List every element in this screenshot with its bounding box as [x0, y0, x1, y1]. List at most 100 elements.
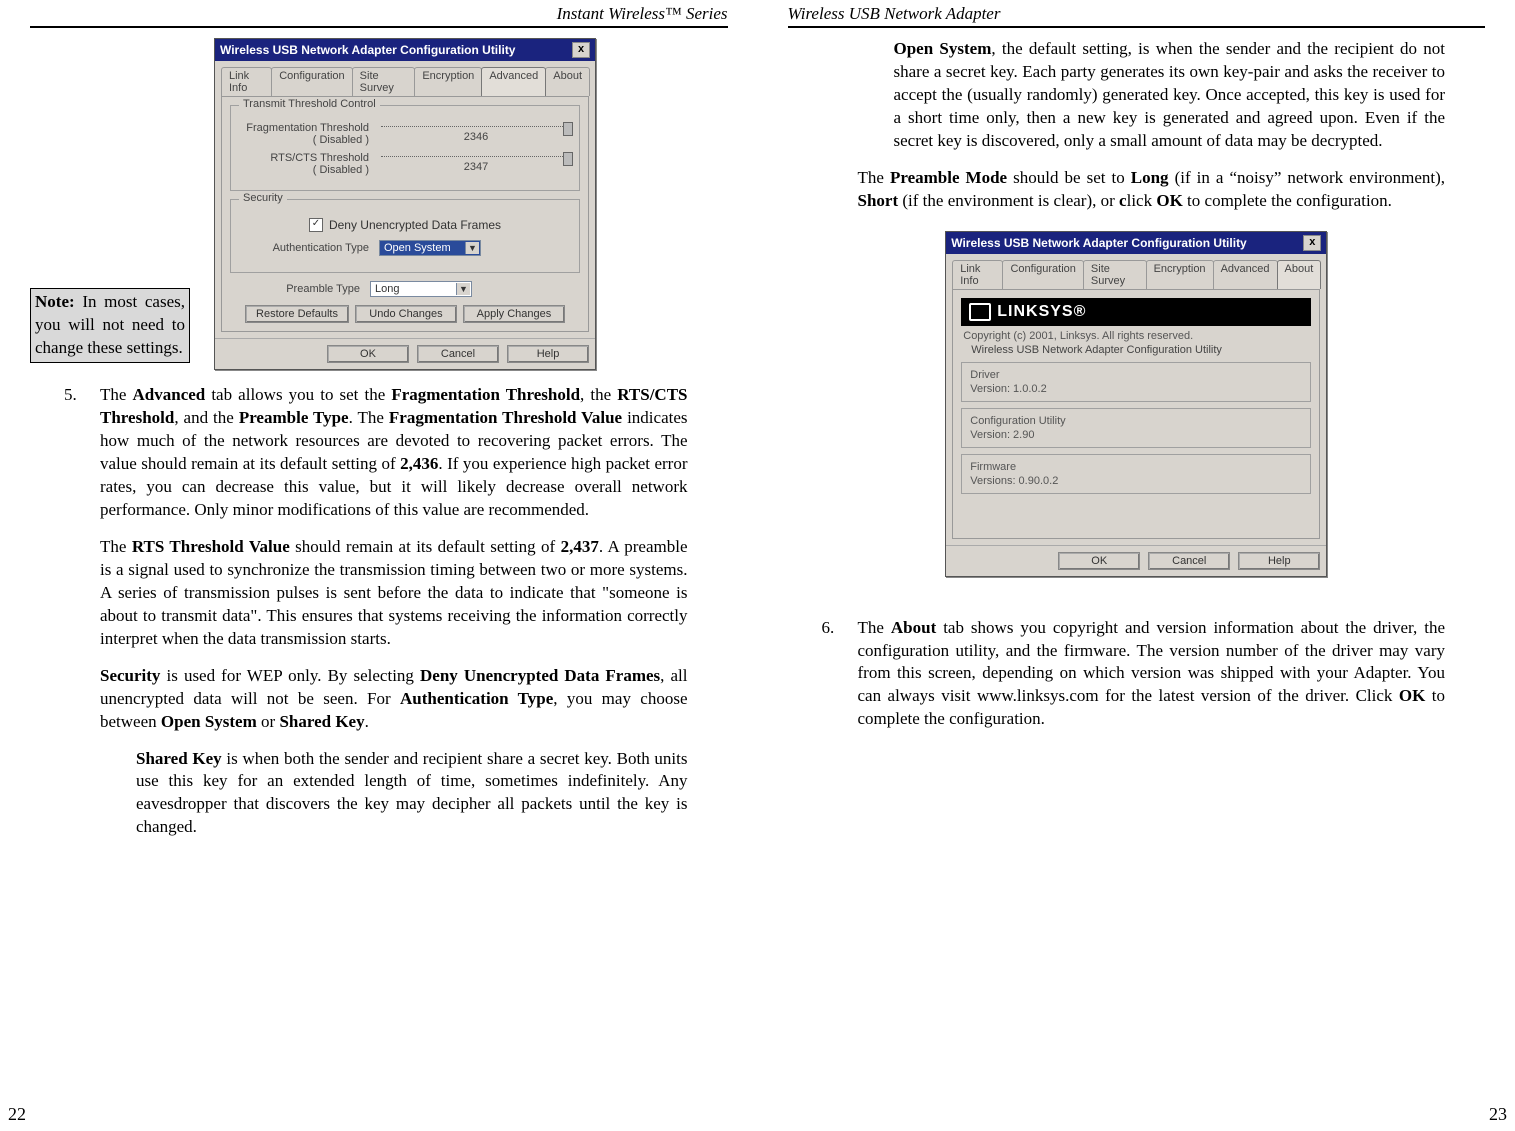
- driver-info-box: Driver Version: 1.0.0.2: [961, 362, 1311, 402]
- config-version: Version: 2.90: [970, 429, 1302, 441]
- text: tab shows you copyright and version info…: [858, 618, 1446, 706]
- linksys-logo-icon: [969, 303, 991, 321]
- about-tab-panel: LINKSYS® Copyright (c) 2001, Linksys. Al…: [952, 289, 1320, 539]
- tab-configuration[interactable]: Configuration: [271, 67, 352, 96]
- page-number-left: 22: [8, 1104, 26, 1125]
- tab-advanced[interactable]: Advanced: [481, 67, 546, 96]
- list-number: 6.: [822, 617, 835, 640]
- text: The: [858, 168, 890, 187]
- text-bold: Shared Key: [136, 749, 222, 768]
- copyright-text: Copyright (c) 2001, Linksys. All rights …: [963, 330, 1311, 342]
- preamble-type-label: Preamble Type: [230, 283, 360, 295]
- running-head-right: Wireless USB Network Adapter: [788, 4, 1486, 28]
- list-item-5: 5. The Advanced tab allows you to set th…: [100, 384, 688, 522]
- text-bold: 2,437: [561, 537, 599, 556]
- text-bold: About: [891, 618, 936, 637]
- page-number-right: 23: [1489, 1104, 1507, 1125]
- close-icon[interactable]: x: [572, 42, 590, 58]
- text-bold: OK: [1399, 686, 1425, 705]
- tab-link-info[interactable]: Link Info: [952, 260, 1003, 289]
- frag-threshold-slider[interactable]: 2346: [381, 126, 571, 143]
- group-legend: Transmit Threshold Control: [239, 98, 380, 110]
- tab-link-info[interactable]: Link Info: [221, 67, 272, 96]
- tab-about[interactable]: About: [1277, 260, 1322, 289]
- help-button[interactable]: Help: [1238, 552, 1320, 570]
- preamble-type-value: Long: [375, 283, 399, 295]
- tab-about[interactable]: About: [545, 67, 590, 96]
- frag-threshold-value: 2346: [381, 131, 571, 143]
- paragraph: Security is used for WEP only. By select…: [100, 665, 688, 734]
- tab-encryption[interactable]: Encryption: [414, 67, 482, 96]
- apply-changes-button[interactable]: Apply Changes: [463, 305, 565, 323]
- frag-threshold-label: Fragmentation Threshold ( Disabled ): [239, 122, 369, 146]
- tab-site-survey[interactable]: Site Survey: [352, 67, 416, 96]
- text: tab allows you to set the: [205, 385, 391, 404]
- group-legend: Security: [239, 192, 287, 204]
- text-bold: RTS Threshold Value: [132, 537, 290, 556]
- paragraph: The Preamble Mode should be set to Long …: [858, 167, 1446, 213]
- text: The: [100, 537, 132, 556]
- driver-version: Version: 1.0.0.2: [970, 383, 1302, 395]
- text: should be set to: [1007, 168, 1131, 187]
- help-button[interactable]: Help: [507, 345, 589, 363]
- text: , the: [580, 385, 617, 404]
- tab-configuration[interactable]: Configuration: [1002, 260, 1083, 289]
- text: lick: [1127, 191, 1157, 210]
- text-bold: Security: [100, 666, 160, 685]
- tab-advanced[interactable]: Advanced: [1213, 260, 1278, 289]
- about-dialog: Wireless USB Network Adapter Configurati…: [945, 231, 1327, 577]
- linksys-brand-banner: LINKSYS®: [961, 298, 1311, 326]
- note-label: Note:: [35, 292, 75, 311]
- text: , and the: [174, 408, 238, 427]
- firmware-title: Firmware: [970, 461, 1302, 473]
- page-left: Instant Wireless™ Series Note: In most c…: [0, 0, 758, 1131]
- slider-thumb[interactable]: [563, 122, 573, 136]
- advanced-tab-panel: Transmit Threshold Control Fragmentation…: [221, 96, 589, 332]
- tab-site-survey[interactable]: Site Survey: [1083, 260, 1147, 289]
- text-bold: Short: [858, 191, 899, 210]
- text-bold: Fragmentation Threshold Value: [389, 408, 622, 427]
- deny-unencrypted-checkbox[interactable]: ✓: [309, 218, 323, 232]
- text-bold: Fragmentation Threshold: [391, 385, 580, 404]
- firmware-version: Versions: 0.90.0.2: [970, 475, 1302, 487]
- titlebar: Wireless USB Network Adapter Configurati…: [946, 232, 1326, 254]
- transmit-threshold-group: Transmit Threshold Control Fragmentation…: [230, 105, 580, 191]
- about-subcaption: Wireless USB Network Adapter Configurati…: [971, 344, 1311, 356]
- text: The: [858, 618, 891, 637]
- preamble-type-select[interactable]: Long ▼: [370, 281, 472, 297]
- text: (if in a “noisy” network environment),: [1169, 168, 1445, 187]
- list-number: 5.: [64, 384, 77, 407]
- ok-button[interactable]: OK: [327, 345, 409, 363]
- tab-encryption[interactable]: Encryption: [1146, 260, 1214, 289]
- text-bold: Long: [1131, 168, 1169, 187]
- restore-defaults-button[interactable]: Restore Defaults: [245, 305, 349, 323]
- chevron-down-icon[interactable]: ▼: [465, 242, 479, 254]
- close-icon[interactable]: x: [1303, 235, 1321, 251]
- auth-type-select[interactable]: Open System ▼: [379, 240, 481, 256]
- chevron-down-icon[interactable]: ▼: [456, 283, 470, 295]
- undo-changes-button[interactable]: Undo Changes: [355, 305, 457, 323]
- page-right: Wireless USB Network Adapter Open System…: [758, 0, 1515, 1131]
- list-item-6: 6. The About tab shows you copyright and…: [858, 617, 1446, 732]
- slider-thumb[interactable]: [563, 152, 573, 166]
- paragraph: Open System, the default setting, is whe…: [894, 38, 1446, 153]
- titlebar: Wireless USB Network Adapter Configurati…: [215, 39, 595, 61]
- rts-threshold-slider[interactable]: 2347: [381, 156, 571, 173]
- rts-threshold-value: 2347: [381, 161, 571, 173]
- cancel-button[interactable]: Cancel: [1148, 552, 1230, 570]
- dialog-title: Wireless USB Network Adapter Configurati…: [951, 236, 1246, 250]
- auth-type-value: Open System: [384, 242, 451, 254]
- ok-button[interactable]: OK: [1058, 552, 1140, 570]
- text-bold: Preamble Mode: [890, 168, 1007, 187]
- text: The: [100, 385, 133, 404]
- tabstrip: Link Info Configuration Site Survey Encr…: [952, 260, 1320, 289]
- text-bold: Deny Unencrypted Data Frames: [420, 666, 660, 685]
- config-title: Configuration Utility: [970, 415, 1302, 427]
- text: . The: [349, 408, 389, 427]
- text-bold: Authentication Type: [400, 689, 553, 708]
- cancel-button[interactable]: Cancel: [417, 345, 499, 363]
- firmware-info-box: Firmware Versions: 0.90.0.2: [961, 454, 1311, 494]
- brand-text: LINKSYS®: [997, 303, 1086, 321]
- driver-title: Driver: [970, 369, 1302, 381]
- paragraph: The RTS Threshold Value should remain at…: [100, 536, 688, 651]
